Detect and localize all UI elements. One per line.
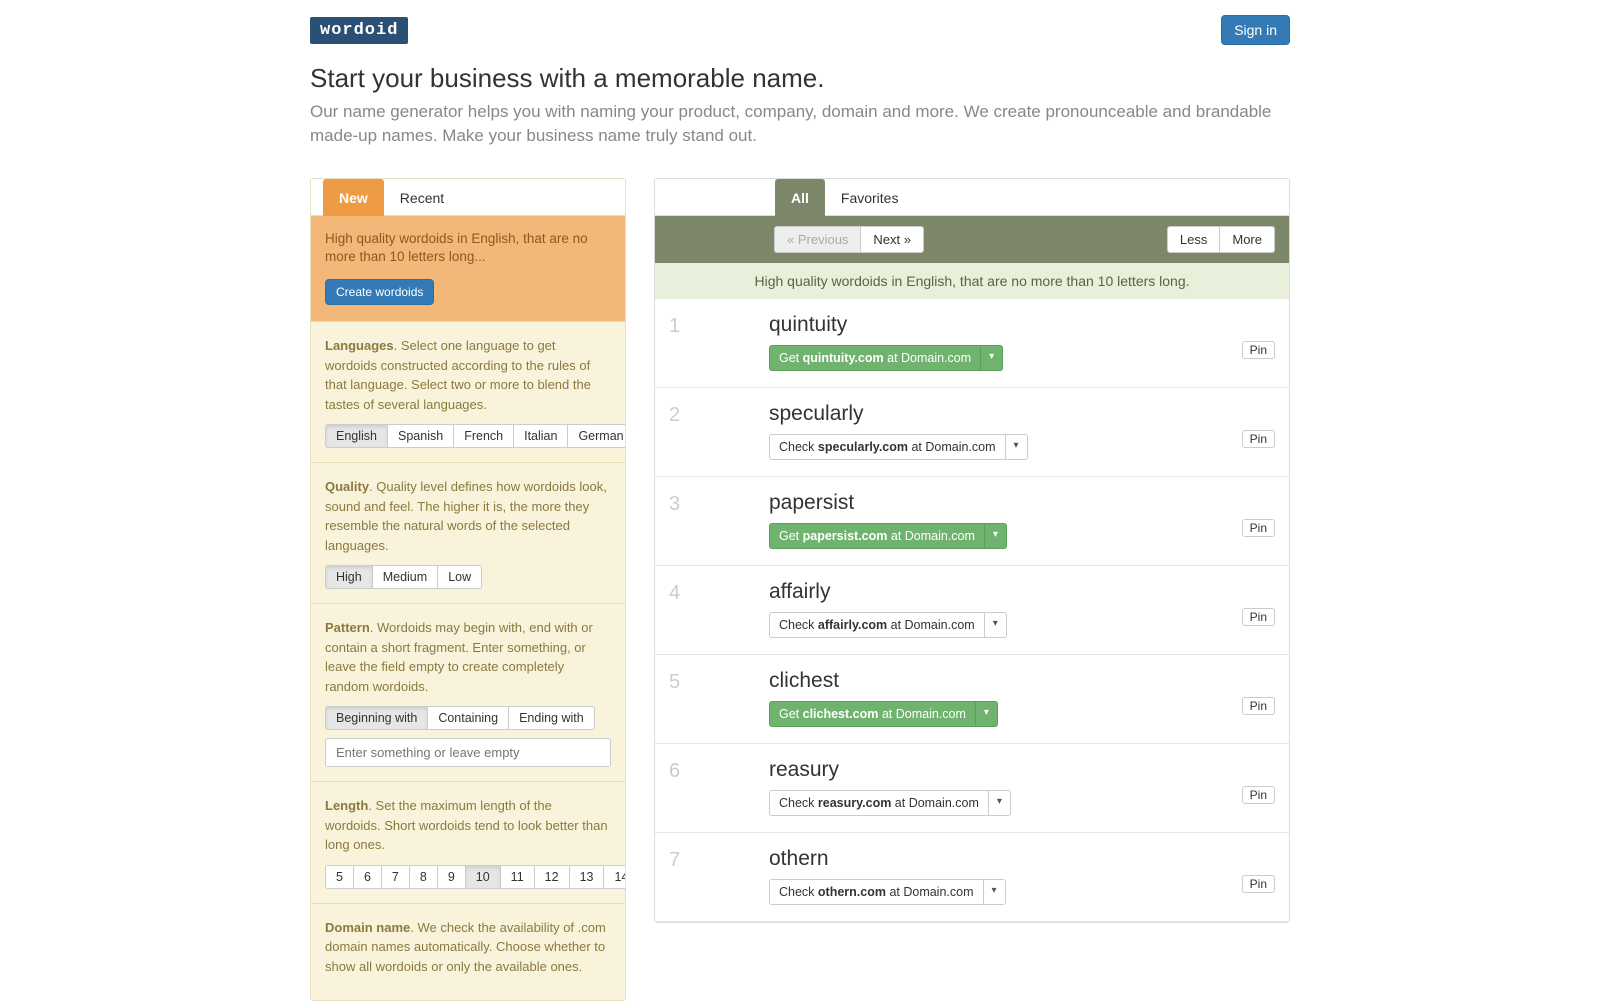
pin-button[interactable]: Pin <box>1242 697 1275 715</box>
results-list: 1quintuity Get quintuity.com at Domain.co… <box>655 299 1289 922</box>
domain-button[interactable]: Get papersist.com at Domain.com <box>769 523 985 549</box>
pattern-option-ending-with[interactable]: Ending with <box>509 706 595 730</box>
create-wordoids-button[interactable]: Create wordoids <box>325 279 434 305</box>
section-length: Length. Set the maximum length of the wo… <box>311 781 625 903</box>
quality-option-high[interactable]: High <box>325 565 373 589</box>
domain-button[interactable]: Check affairly.com at Domain.com <box>769 612 985 638</box>
pin-button[interactable]: Pin <box>1242 875 1275 893</box>
result-row: 5clichest Get clichest.com at Domain.com▾… <box>655 655 1289 744</box>
length-label: Length <box>325 798 368 813</box>
settings-panel: New Recent High quality wordoids in Engl… <box>310 178 626 1001</box>
pager: « Previous Next » <box>774 226 924 253</box>
quality-option-low[interactable]: Low <box>438 565 482 589</box>
results-panel: All Favorites « Previous Next » Less Mor… <box>654 178 1290 923</box>
section-quality: Quality. Quality level defines how wordo… <box>311 462 625 603</box>
languages-label: Languages <box>325 338 394 353</box>
result-row: 2specularly Check specularly.com at Domai… <box>655 388 1289 477</box>
length-option-14[interactable]: 14 <box>604 865 626 889</box>
tab-all[interactable]: All <box>775 179 825 216</box>
result-row: 3papersist Get papersist.com at Domain.co… <box>655 477 1289 566</box>
logo[interactable]: wordoid <box>310 17 408 44</box>
result-number: 5 <box>669 669 769 694</box>
result-number: 7 <box>669 847 769 872</box>
tab-recent[interactable]: Recent <box>384 179 460 216</box>
length-option-10[interactable]: 10 <box>466 865 501 889</box>
language-option-german[interactable]: German <box>568 424 626 448</box>
pin-button[interactable]: Pin <box>1242 608 1275 626</box>
chevron-down-icon[interactable]: ▾ <box>984 879 1006 905</box>
pattern-label: Pattern <box>325 620 370 635</box>
result-word: clichest <box>769 669 1225 693</box>
pattern-input[interactable] <box>325 738 611 767</box>
section-languages: Languages. Select one language to get wo… <box>311 321 625 462</box>
length-option-9[interactable]: 9 <box>438 865 466 889</box>
pager-next-button[interactable]: Next » <box>861 226 924 253</box>
tab-new[interactable]: New <box>323 179 384 216</box>
result-number: 3 <box>669 491 769 516</box>
domain-label: Domain name <box>325 920 410 935</box>
page-subtitle: Our name generator helps you with naming… <box>310 100 1290 148</box>
pin-button[interactable]: Pin <box>1242 519 1275 537</box>
length-option-13[interactable]: 13 <box>570 865 605 889</box>
language-option-italian[interactable]: Italian <box>514 424 568 448</box>
result-number: 2 <box>669 402 769 427</box>
result-row: 1quintuity Get quintuity.com at Domain.co… <box>655 299 1289 388</box>
pattern-options: Beginning withContainingEnding with <box>325 706 595 730</box>
less-button[interactable]: Less <box>1167 226 1220 253</box>
length-option-12[interactable]: 12 <box>535 865 570 889</box>
result-word: specularly <box>769 402 1225 426</box>
result-row: 7othern Check othern.com at Domain.com▾ Pi… <box>655 833 1289 922</box>
results-density: Less More <box>1167 226 1275 253</box>
length-option-6[interactable]: 6 <box>354 865 382 889</box>
result-word: papersist <box>769 491 1225 515</box>
length-options: 56789101112131415 <box>325 865 626 889</box>
language-option-spanish[interactable]: Spanish <box>388 424 454 448</box>
domain-button[interactable]: Check reasury.com at Domain.com <box>769 790 989 816</box>
domain-button[interactable]: Get quintuity.com at Domain.com <box>769 345 981 371</box>
result-word: reasury <box>769 758 1225 782</box>
language-option-french[interactable]: French <box>454 424 514 448</box>
domain-button[interactable]: Check othern.com at Domain.com <box>769 879 984 905</box>
length-option-11[interactable]: 11 <box>501 865 535 889</box>
domain-button[interactable]: Check specularly.com at Domain.com <box>769 434 1006 460</box>
chevron-down-icon[interactable]: ▾ <box>1006 434 1028 460</box>
chevron-down-icon[interactable]: ▾ <box>985 612 1007 638</box>
pin-button[interactable]: Pin <box>1242 786 1275 804</box>
quality-options: HighMediumLow <box>325 565 482 589</box>
tab-favorites[interactable]: Favorites <box>825 179 915 216</box>
length-option-7[interactable]: 7 <box>382 865 410 889</box>
result-row: 4affairly Check affairly.com at Domain.co… <box>655 566 1289 655</box>
section-pattern: Pattern. Wordoids may begin with, end wi… <box>311 603 625 781</box>
length-desc: . Set the maximum length of the wordoids… <box>325 798 608 852</box>
result-word: affairly <box>769 580 1225 604</box>
page-title: Start your business with a memorable nam… <box>310 63 1290 94</box>
pager-prev-button[interactable]: « Previous <box>774 226 861 253</box>
section-domain: Domain name. We check the availability o… <box>311 903 625 1001</box>
result-word: othern <box>769 847 1225 871</box>
domain-button[interactable]: Get clichest.com at Domain.com <box>769 701 976 727</box>
quality-label: Quality <box>325 479 369 494</box>
languages-options: EnglishSpanishFrenchItalianGerman <box>325 424 626 448</box>
pin-button[interactable]: Pin <box>1242 430 1275 448</box>
results-summary: High quality wordoids in English, that a… <box>655 263 1289 299</box>
result-number: 6 <box>669 758 769 783</box>
result-row: 6reasury Check reasury.com at Domain.com▾… <box>655 744 1289 833</box>
result-number: 4 <box>669 580 769 605</box>
pattern-option-beginning-with[interactable]: Beginning with <box>325 706 428 730</box>
quality-option-medium[interactable]: Medium <box>373 565 438 589</box>
result-number: 1 <box>669 313 769 338</box>
chevron-down-icon[interactable]: ▾ <box>989 790 1011 816</box>
chevron-down-icon[interactable]: ▾ <box>981 345 1003 371</box>
settings-summary: High quality wordoids in English, that a… <box>325 230 611 268</box>
language-option-english[interactable]: English <box>325 424 388 448</box>
length-option-8[interactable]: 8 <box>410 865 438 889</box>
result-word: quintuity <box>769 313 1225 337</box>
pattern-option-containing[interactable]: Containing <box>428 706 509 730</box>
pin-button[interactable]: Pin <box>1242 341 1275 359</box>
more-button[interactable]: More <box>1220 226 1275 253</box>
sign-in-button[interactable]: Sign in <box>1221 15 1290 45</box>
length-option-5[interactable]: 5 <box>325 865 354 889</box>
chevron-down-icon[interactable]: ▾ <box>985 523 1007 549</box>
chevron-down-icon[interactable]: ▾ <box>976 701 998 727</box>
